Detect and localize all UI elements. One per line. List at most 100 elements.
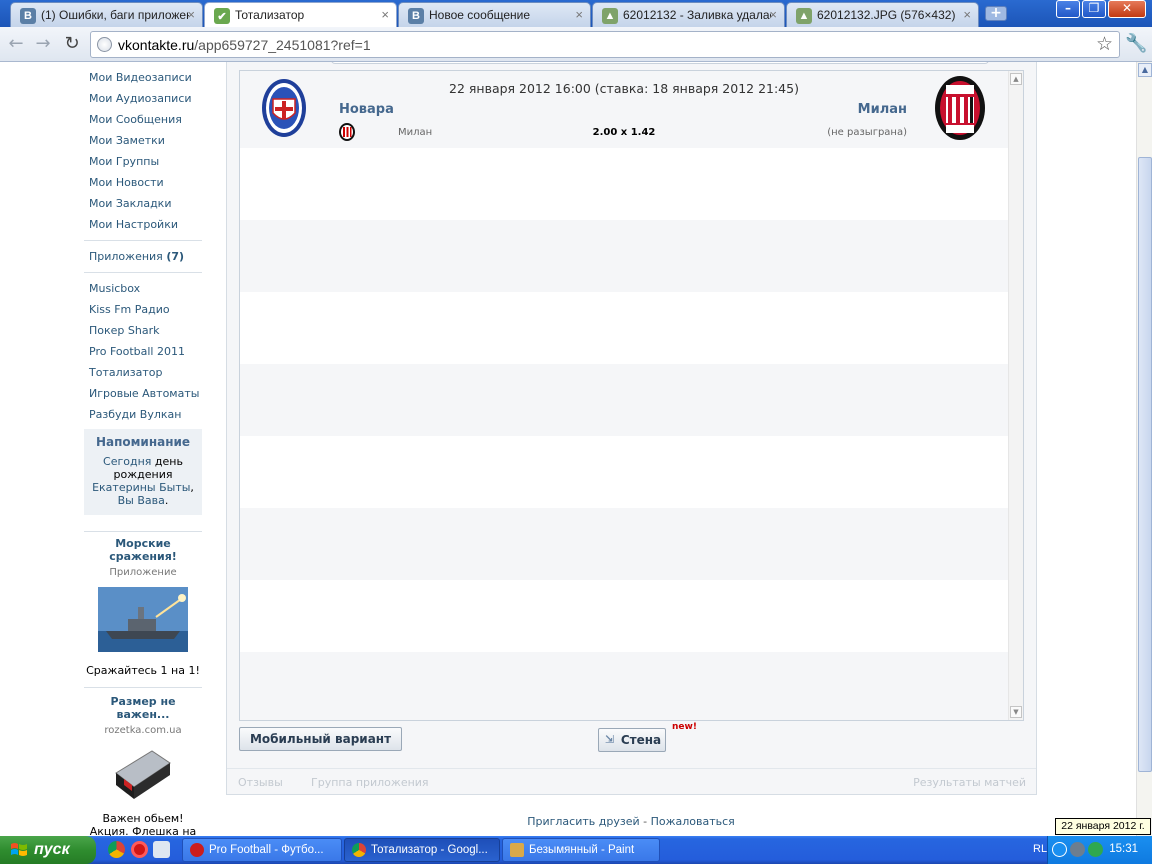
taskbar-item-totalizator[interactable]: Тотализатор - Googl... [344, 838, 500, 862]
sidebar-app-slots[interactable]: Игровые Автоматы [84, 383, 202, 404]
page-scrollbar[interactable]: ▲ [1136, 62, 1152, 836]
scroll-up-icon[interactable]: ▲ [1138, 63, 1152, 77]
wall-button-label: Стена [620, 733, 662, 747]
app-group-link[interactable]: Группа приложения [311, 776, 429, 789]
reminder-title: Напоминание [95, 435, 191, 449]
ad-subtitle: Приложение [109, 567, 177, 578]
app-frame: 22 января 2012 16:00 (ставка: 18 января … [226, 62, 1037, 795]
desktop-icon[interactable] [153, 841, 170, 858]
mobile-version-button[interactable]: Мобильный вариант [239, 727, 402, 751]
complain-link[interactable]: Пожаловаться [651, 815, 735, 828]
sidebar-item-groups[interactable]: Мои Группы [84, 151, 202, 172]
wrench-icon[interactable]: 🔧 [1125, 33, 1147, 54]
list-row [240, 292, 1008, 364]
system-tray: 15:31 [1047, 836, 1152, 864]
close-window-button[interactable]: ✕ [1108, 0, 1146, 18]
close-icon[interactable]: × [963, 7, 971, 22]
tab-totalizator[interactable]: ✔ Тотализатор × [204, 2, 397, 27]
tab-label: (1) Ошибки, баги приложени [41, 8, 189, 22]
taskbar-item-pro-football[interactable]: Pro Football - Футбо... [182, 838, 342, 862]
reminder-person-link[interactable]: Екатерины Быты [92, 481, 190, 494]
taskbar-item-paint[interactable]: Безымянный - Paint [502, 838, 660, 862]
sidebar-item-messages[interactable]: Мои Сообщения [84, 109, 202, 130]
ad-subtitle: rozetka.com.ua [104, 725, 182, 736]
windows-logo-icon [11, 843, 27, 856]
browser-tabstrip: B (1) Ошибки, баги приложени × ✔ Тотализ… [0, 0, 1152, 27]
image-icon: ▲ [796, 8, 812, 24]
url-text[interactable]: vkontakte.ru/app659727_2451081?ref=1 [118, 37, 371, 53]
chevron-left-icon[interactable] [1052, 842, 1067, 857]
chrome-icon[interactable] [108, 841, 125, 858]
sidebar-item-apps[interactable]: Приложения (7) [84, 246, 202, 267]
sidebar-item-notes[interactable]: Мои Заметки [84, 130, 202, 151]
ad-sea-battle[interactable]: Морские сражения! Приложение Сражайтесь … [84, 537, 202, 677]
sidebar-item-bookmarks[interactable]: Мои Закладки [84, 193, 202, 214]
scroll-thumb[interactable] [1138, 157, 1152, 772]
tab-upload[interactable]: ▲ 62012132 - Заливка удалась × [592, 2, 785, 27]
tab-label: Новое сообщение [429, 8, 531, 22]
utorrent-icon[interactable] [1088, 842, 1103, 857]
wall-button[interactable]: ⇲ Стена [598, 728, 666, 752]
app-footer: Отзывы Группа приложения Результаты матч… [227, 768, 1036, 794]
vk-icon: B [20, 8, 36, 24]
sidebar-app-pro-football[interactable]: Pro Football 2011 [84, 341, 202, 362]
bet-status: (не разыграна) [827, 127, 907, 138]
sidebar-app-totalizator[interactable]: Тотализатор [84, 362, 202, 383]
sidebar-item-videos[interactable]: Мои Видеозаписи [84, 67, 202, 88]
sidebar-item-settings[interactable]: Мои Настройки [84, 214, 202, 235]
sidebar-app-volcano[interactable]: Разбуди Вулкан [84, 404, 202, 425]
list-row [240, 652, 1008, 720]
reload-icon[interactable]: ↻ [61, 33, 83, 55]
reminder-box: Напоминание Сегодня день рождения Екатер… [84, 429, 202, 515]
invite-friends-link[interactable]: Пригласить друзей [527, 815, 639, 828]
tab-new-message[interactable]: B Новое сообщение × [398, 2, 591, 27]
reminder-today-link[interactable]: Сегодня [103, 455, 151, 468]
reminder-text: Сегодня день рождения Екатерины Быты, Вы… [92, 455, 194, 507]
opera-icon[interactable] [131, 841, 148, 858]
language-indicator[interactable]: RL [1033, 843, 1047, 855]
close-icon[interactable]: × [769, 7, 777, 22]
scroll-down-icon[interactable]: ▼ [1010, 706, 1022, 718]
reminder-person-link[interactable]: Вы Вава [118, 494, 165, 507]
scroll-up-icon[interactable]: ▲ [1010, 73, 1022, 85]
ad-divider [84, 687, 202, 688]
flash-drive-image[interactable] [110, 743, 176, 805]
list-row [240, 148, 1008, 220]
start-button[interactable]: пуск [0, 836, 96, 864]
chrome-icon [352, 843, 366, 857]
match-results-link[interactable]: Результаты матчей [913, 776, 1026, 789]
ad-title[interactable]: Морские сражения! [84, 537, 202, 563]
new-tab-button[interactable]: + [985, 6, 1007, 21]
tab-image[interactable]: ▲ 62012132.JPG (576×432) × [786, 2, 979, 27]
close-icon[interactable]: × [381, 7, 389, 22]
sidebar-item-news[interactable]: Мои Новости [84, 172, 202, 193]
back-icon[interactable]: ← [5, 33, 27, 55]
tab-label: 62012132 - Заливка удалась [623, 8, 771, 22]
tab-errors[interactable]: B (1) Ошибки, баги приложени × [10, 2, 203, 27]
reviews-link[interactable]: Отзывы [238, 776, 283, 789]
warship-image[interactable] [98, 587, 188, 652]
list-row [240, 220, 1008, 292]
match-datetime: 22 января 2012 16:00 (ставка: 18 января … [449, 81, 799, 96]
wall-arrow-icon: ⇲ [605, 733, 615, 746]
network-icon[interactable] [1070, 842, 1085, 857]
browser-toolbar: ← → ↻ vkontakte.ru/app659727_2451081?ref… [0, 27, 1152, 62]
sidebar-app-musicbox[interactable]: Musicbox [84, 278, 202, 299]
sidebar-app-kissfm[interactable]: Kiss Fm Радио [84, 299, 202, 320]
maximize-button[interactable]: ❐ [1082, 0, 1106, 18]
sidebar-item-audio[interactable]: Мои Аудиозаписи [84, 88, 202, 109]
match-card[interactable]: 22 января 2012 16:00 (ставка: 18 января … [240, 71, 1008, 148]
clock[interactable]: 15:31 [1109, 843, 1138, 855]
sidebar-app-poker[interactable]: Покер Shark [84, 320, 202, 341]
list-row [240, 436, 1008, 508]
forward-icon[interactable]: → [32, 33, 54, 55]
close-icon[interactable]: × [575, 7, 583, 22]
app-scrollbar[interactable]: ▲ ▼ [1008, 71, 1023, 720]
address-bar[interactable]: vkontakte.ru/app659727_2451081?ref=1 ☆ [90, 31, 1120, 58]
menu-divider [84, 272, 202, 273]
minimize-button[interactable]: – [1056, 0, 1080, 18]
apps-label: Приложения [89, 250, 163, 263]
close-icon[interactable]: × [187, 7, 195, 22]
ad-title[interactable]: Размер не важен... [84, 695, 202, 721]
bookmark-star-icon[interactable]: ☆ [1096, 33, 1113, 55]
